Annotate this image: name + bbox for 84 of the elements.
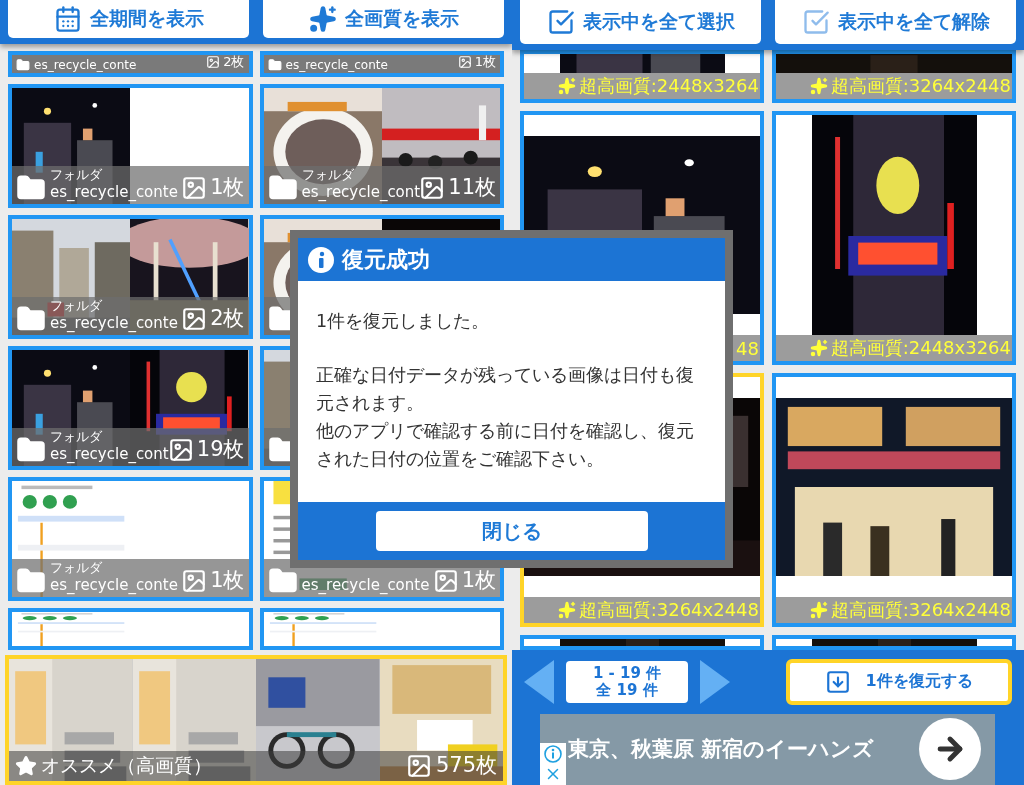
page-range-button[interactable]: 1 - 19 件 全 19 件 xyxy=(566,660,688,703)
previous-arrow[interactable] xyxy=(524,659,554,704)
folder-icon xyxy=(267,58,282,72)
image-icon xyxy=(181,306,208,332)
quality-label: 超高画質:3264x2448 xyxy=(830,598,1011,622)
sparkles-icon xyxy=(809,601,828,619)
ad-banner[interactable]: 東京、秋葉原 新宿のイーハンズ xyxy=(540,713,995,785)
folder-tile[interactable]: フォルダ es_recycle_cont 19枚 xyxy=(8,346,253,470)
folder-label: フォルダ xyxy=(301,167,354,183)
folder-label: フォルダ xyxy=(50,167,102,183)
sparkles-icon xyxy=(809,339,828,357)
photo-tile[interactable]: 超高画質:2448x3264 xyxy=(520,50,764,103)
close-button[interactable]: 閉じる xyxy=(375,511,648,551)
image-icon xyxy=(405,753,432,779)
folder-name: es_recycle_conte xyxy=(50,314,178,334)
info-icon[interactable] xyxy=(544,745,562,763)
filter-button[interactable]: 全期間を表示 xyxy=(8,0,249,38)
image-count: 2枚 xyxy=(210,306,245,332)
image-count: 2枚 xyxy=(223,55,245,70)
sparkles-icon xyxy=(308,5,337,33)
photo-tile[interactable]: 超高画質:3264x2448 xyxy=(772,50,1016,103)
image-icon xyxy=(419,175,446,201)
image-icon xyxy=(181,568,208,594)
quality-label: 超高画質:3264x2448 xyxy=(830,74,1011,98)
album-title: オススメ（高画質） xyxy=(41,753,213,778)
folder-tile[interactable]: フォルダ es_recycle_cont 11枚 xyxy=(259,84,504,208)
checkbox-icon xyxy=(801,8,830,36)
recommended-album[interactable]: オススメ（高画質） 575枚 xyxy=(5,655,507,785)
quality-label: 超高画質:2448x3264 xyxy=(830,336,1011,360)
next-arrow[interactable] xyxy=(700,659,730,704)
image-count: 1枚 xyxy=(461,568,496,594)
image-count: 19枚 xyxy=(196,437,245,463)
dialog-message: 他のアプリで確認する前に日付を確認し、復元された日付の位置をご確認下さい。 xyxy=(316,420,695,471)
ad-text: 東京、秋葉原 新宿のイーハンズ xyxy=(567,736,876,764)
folder-name: es_recycle_conte xyxy=(285,57,388,72)
sparkles-icon xyxy=(557,601,576,619)
photo-tile[interactable]: 超高画質:3264x2448 xyxy=(772,373,1016,627)
filter-button[interactable]: 全画質を表示 xyxy=(263,0,504,38)
quality-label: 超高画質:3264x2448 xyxy=(578,598,759,622)
folder-name: es_recycle_conte xyxy=(34,57,137,72)
folder-label: フォルダ xyxy=(50,429,102,445)
photo-tile[interactable] xyxy=(772,635,1016,650)
image-count: 575枚 xyxy=(435,753,497,779)
folder-icon xyxy=(16,58,30,72)
folder-name: es_recycle_cont xyxy=(50,445,169,465)
folder-tile[interactable]: フォルダ es_recycle_conte 2枚 xyxy=(8,215,253,339)
folder-name: es_recycle_conte xyxy=(301,576,430,596)
dialog-title: 復元成功 xyxy=(342,245,430,274)
folder-name: es_recycle_conte xyxy=(50,576,178,596)
sparkles-icon xyxy=(557,77,576,95)
folder-label: フォルダ xyxy=(50,560,102,576)
restore-button[interactable]: 1件を復元する xyxy=(786,658,1012,705)
folder-name: es_recycle_conte xyxy=(50,183,178,203)
info-icon xyxy=(308,246,334,273)
dialog-message: 正確な日付データが残っている画像は日付も復元されます。 xyxy=(316,364,695,415)
photo-tile[interactable]: 超高画質:2448x3264 xyxy=(772,111,1016,365)
selection-button[interactable]: 表示中を全て解除 xyxy=(775,0,1016,44)
calendar-icon xyxy=(53,5,82,33)
quality-label: 超高画質:2448x3264 xyxy=(578,74,759,98)
image-icon xyxy=(167,437,194,463)
folder-tile[interactable] xyxy=(259,608,504,650)
checkbox-icon xyxy=(546,8,575,36)
photo-tile[interactable] xyxy=(520,635,764,650)
folder-tile[interactable]: フォルダ es_recycle_conte 1枚 xyxy=(8,477,253,601)
image-count: 1枚 xyxy=(210,568,245,594)
image-count: 1枚 xyxy=(474,55,496,70)
sparkles-icon xyxy=(809,77,828,95)
image-icon xyxy=(432,568,459,594)
image-count: 11枚 xyxy=(448,175,496,201)
folder-tile[interactable]: フォルダ es_recycle_conte 1枚 xyxy=(8,84,253,208)
folder-name: es_recycle_cont xyxy=(301,183,421,203)
dialog-message: 1件を復元しました。 xyxy=(316,310,491,333)
folder-tile[interactable] xyxy=(8,608,253,650)
download-icon xyxy=(825,668,852,695)
selection-button[interactable]: 表示中を全て選択 xyxy=(520,0,761,44)
folder-label: フォルダ xyxy=(50,298,102,314)
folder-tile[interactable]: es_recycle_conte 2枚 xyxy=(8,51,253,77)
image-icon xyxy=(457,55,472,70)
star-icon xyxy=(15,755,37,777)
folder-tile[interactable]: es_recycle_conte 1枚 xyxy=(259,51,504,77)
image-icon xyxy=(181,175,208,201)
quality-label: 48 xyxy=(736,337,759,359)
image-icon xyxy=(206,55,221,70)
image-count: 1枚 xyxy=(210,175,245,201)
